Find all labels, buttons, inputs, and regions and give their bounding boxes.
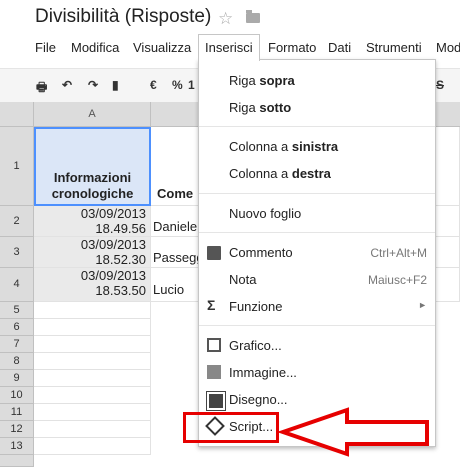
menu-item-immagine[interactable]: Immagine... xyxy=(229,365,297,380)
time-value: 18.53.50 xyxy=(95,283,146,298)
menu-separator xyxy=(199,126,435,127)
sigma-icon: Σ xyxy=(207,297,216,313)
menu-mod[interactable]: Mod xyxy=(436,40,460,55)
header-informazioni: Informazioni cronologiche xyxy=(51,170,134,201)
cell-a11[interactable] xyxy=(34,404,151,421)
cell-a7[interactable] xyxy=(34,336,151,353)
label: Colonna a xyxy=(229,166,292,181)
name-value: Lucio xyxy=(153,282,185,297)
label: Riga xyxy=(229,100,260,115)
label: Riga xyxy=(229,73,260,88)
date-value: 03/09/2013 xyxy=(80,237,146,252)
currency-button[interactable]: € xyxy=(150,78,157,92)
shortcut-nota: Maiusc+F2 xyxy=(367,273,427,287)
row-header-12[interactable]: 12 xyxy=(0,421,34,438)
image-icon xyxy=(207,365,221,379)
menubar: File Modifica Visualizza Inserisci Forma… xyxy=(0,34,460,61)
cell-a10[interactable] xyxy=(34,387,151,404)
redo-icon[interactable]: ↷ xyxy=(88,78,98,92)
highlight-box xyxy=(183,412,279,443)
menu-item-colonna-sinistra[interactable]: Colonna a sinistra xyxy=(229,139,338,154)
timestamp: 03/09/2013 18.52.30 xyxy=(34,237,150,267)
cell-a2[interactable]: 03/09/2013 18.49.56 xyxy=(34,206,151,237)
label-bold: sotto xyxy=(259,100,292,115)
red-arrow-annotation xyxy=(279,407,429,457)
folder-icon[interactable] xyxy=(246,10,260,23)
menu-separator xyxy=(199,325,435,326)
header-come: Come xyxy=(157,186,194,201)
row-header-6[interactable]: 6 xyxy=(0,319,34,336)
name-value: Daniele xyxy=(153,219,198,234)
row-header-10[interactable]: 10 xyxy=(0,387,34,404)
row-header-13[interactable]: 13 xyxy=(0,438,34,455)
menu-file[interactable]: File xyxy=(35,40,56,55)
timestamp: 03/09/2013 18.49.56 xyxy=(34,206,150,236)
row-header-2[interactable]: 2 xyxy=(0,206,34,237)
row-header-4[interactable]: 4 xyxy=(0,268,34,302)
col-header-a[interactable]: A xyxy=(34,102,151,127)
cell-a6[interactable] xyxy=(34,319,151,336)
menu-item-riga-sopra[interactable]: Riga sopra xyxy=(229,73,295,88)
cell-a8[interactable] xyxy=(34,353,151,370)
paint-format-icon[interactable]: ▮ xyxy=(112,78,119,92)
doc-title[interactable]: Divisibilità (Risposte) xyxy=(35,6,211,28)
label-bold: sopra xyxy=(259,73,295,88)
row-header-3[interactable]: 3 xyxy=(0,237,34,268)
row-header-1[interactable]: 1 xyxy=(0,127,34,206)
menu-item-nuovo-foglio[interactable]: Nuovo foglio xyxy=(229,206,301,221)
insert-menu-dropdown: Riga sopra Riga sotto Colonna a sinistra… xyxy=(198,59,436,447)
name-value: Passegg xyxy=(153,250,204,265)
date-value: 03/09/2013 xyxy=(80,206,146,221)
star-icon[interactable]: ☆ xyxy=(218,9,233,29)
menu-separator xyxy=(199,232,435,233)
cell-a5[interactable] xyxy=(34,302,151,319)
menu-item-riga-sotto[interactable]: Riga sotto xyxy=(229,100,291,115)
menu-inserisci[interactable]: Inserisci xyxy=(198,34,260,61)
chart-icon xyxy=(207,338,221,352)
cell-a3[interactable]: 03/09/2013 18.52.30 xyxy=(34,237,151,268)
menu-formato[interactable]: Formato xyxy=(268,40,316,55)
row-header-14[interactable] xyxy=(0,455,34,467)
cell-a1[interactable]: Informazioni cronologiche xyxy=(34,127,151,206)
submenu-arrow-icon: ► xyxy=(418,300,427,310)
cell-a9[interactable] xyxy=(34,370,151,387)
cell-a4[interactable]: 03/09/2013 18.53.50 xyxy=(34,268,151,302)
menu-item-nota[interactable]: Nota xyxy=(229,272,256,287)
date-value: 03/09/2013 xyxy=(80,268,146,283)
time-value: 18.52.30 xyxy=(95,252,146,267)
row-header-9[interactable]: 9 xyxy=(0,370,34,387)
undo-icon[interactable]: ↶ xyxy=(62,78,72,92)
percent-button[interactable]: % xyxy=(172,78,183,92)
row-header-7[interactable]: 7 xyxy=(0,336,34,353)
menu-strumenti[interactable]: Strumenti xyxy=(366,40,422,55)
menu-dati[interactable]: Dati xyxy=(328,40,351,55)
strikethrough-icon[interactable]: S xyxy=(436,78,444,92)
timestamp: 03/09/2013 18.53.50 xyxy=(34,268,150,298)
menu-item-colonna-destra[interactable]: Colonna a destra xyxy=(229,166,331,181)
row-header-5[interactable]: 5 xyxy=(0,302,34,319)
row-header-8[interactable]: 8 xyxy=(0,353,34,370)
menu-visualizza[interactable]: Visualizza xyxy=(133,40,191,55)
print-icon[interactable]: 🖶 xyxy=(36,78,47,99)
menu-item-funzione[interactable]: Funzione xyxy=(229,299,282,314)
shortcut-commento: Ctrl+Alt+M xyxy=(370,246,427,260)
drawing-icon xyxy=(206,391,226,411)
corner-cell[interactable] xyxy=(0,102,34,127)
cell-a12[interactable] xyxy=(34,421,151,438)
menu-modifica[interactable]: Modifica xyxy=(71,40,119,55)
menu-separator xyxy=(199,193,435,194)
cell-a13[interactable] xyxy=(34,438,151,455)
menu-item-grafico[interactable]: Grafico... xyxy=(229,338,282,353)
label-bold: destra xyxy=(291,166,331,181)
decimal-button[interactable]: 1 xyxy=(188,78,195,92)
row-header-11[interactable]: 11 xyxy=(0,404,34,421)
label: Colonna a xyxy=(229,139,292,154)
menu-item-disegno[interactable]: Disegno... xyxy=(229,392,288,407)
comment-icon xyxy=(207,246,221,260)
time-value: 18.49.56 xyxy=(95,221,146,236)
label-bold: sinistra xyxy=(291,139,339,154)
menu-item-commento[interactable]: Commento xyxy=(229,245,293,260)
